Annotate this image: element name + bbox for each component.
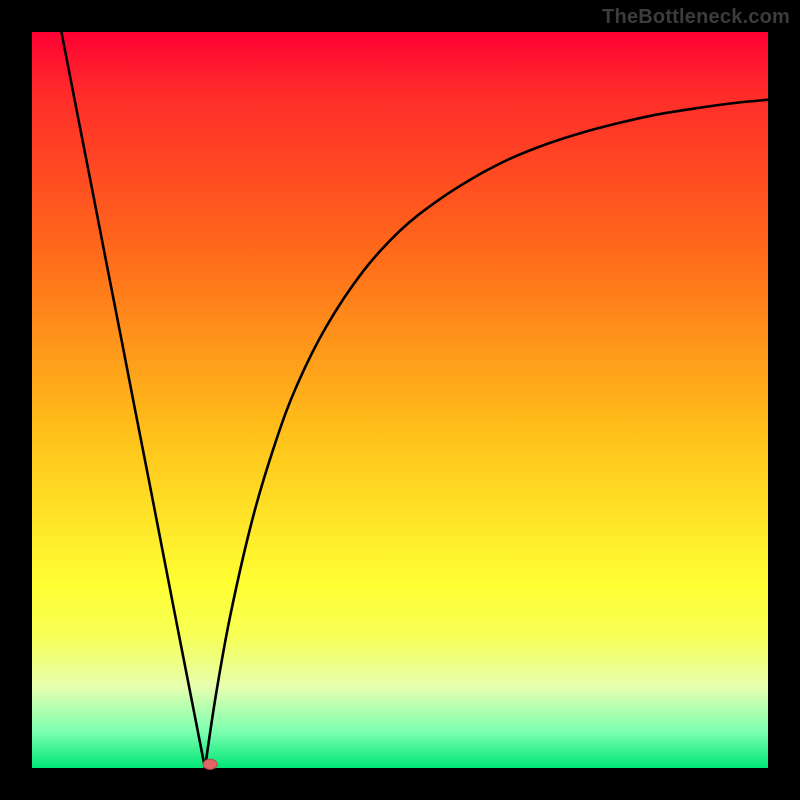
chart-frame: TheBottleneck.com: [0, 0, 800, 800]
curve-right-branch: [205, 100, 768, 768]
curve-left-branch: [61, 32, 205, 768]
vertex-marker: [203, 759, 217, 769]
watermark-label: TheBottleneck.com: [602, 6, 790, 29]
plot-area: [32, 32, 768, 768]
curve-layer: [32, 32, 768, 768]
